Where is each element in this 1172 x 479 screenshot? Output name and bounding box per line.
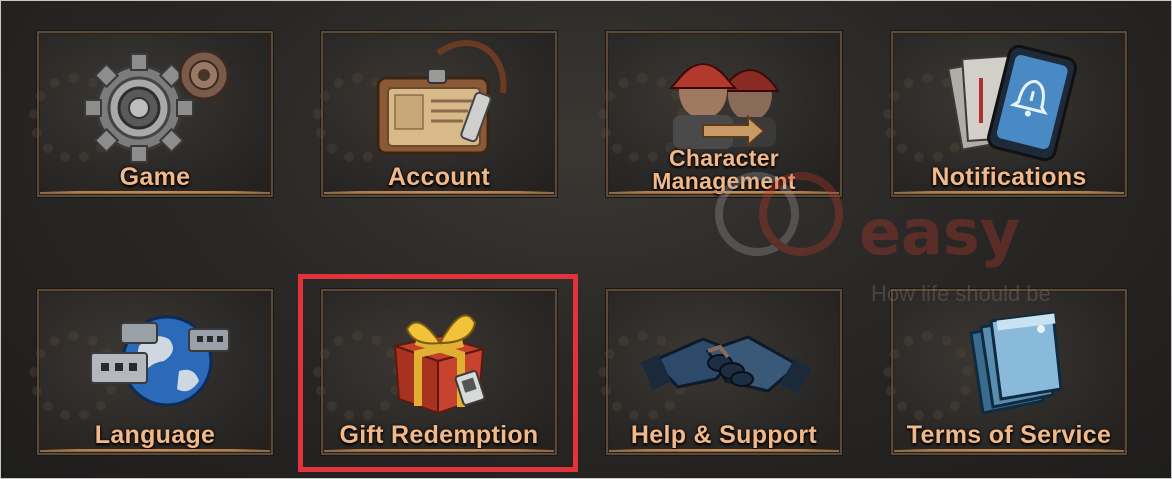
language-tile-label: Language <box>94 421 216 449</box>
documents-icon <box>969 311 1063 415</box>
character-management-tile-label: Character Management <box>608 147 840 193</box>
notifications-tile-label: Notifications <box>931 163 1087 191</box>
watermark-brand: easy <box>859 196 1021 269</box>
gift-redemption-tile[interactable]: Gift Redemption <box>313 289 557 455</box>
gears-icon <box>84 49 230 163</box>
notifications-tile[interactable]: Notifications <box>883 31 1127 197</box>
gift-box-icon <box>391 314 487 415</box>
terms-of-service-tile[interactable]: Terms of Service <box>883 289 1127 455</box>
game-tile[interactable]: Game <box>29 31 273 197</box>
id-card-icon <box>376 40 507 155</box>
language-tile[interactable]: Language <box>29 289 273 455</box>
settings-menu-panel: Game Account Character Management Notifi… <box>0 0 1172 479</box>
account-tile[interactable]: Account <box>313 31 557 197</box>
character-management-tile[interactable]: Character Management <box>598 31 842 197</box>
game-tile-label: Game <box>119 163 191 191</box>
account-tile-label: Account <box>387 163 491 191</box>
gift-redemption-tile-label: Gift Redemption <box>339 421 539 449</box>
terms-of-service-tile-label: Terms of Service <box>906 421 1112 449</box>
help-support-tile-label: Help & Support <box>630 421 818 449</box>
phone-bell-icon <box>947 44 1077 162</box>
globe-chat-icon <box>90 315 230 407</box>
help-support-tile[interactable]: Help & Support <box>598 289 842 455</box>
character-swap-icon <box>668 63 780 149</box>
character-management-label-line2: Management <box>652 168 796 194</box>
handshake-icon <box>640 335 813 394</box>
